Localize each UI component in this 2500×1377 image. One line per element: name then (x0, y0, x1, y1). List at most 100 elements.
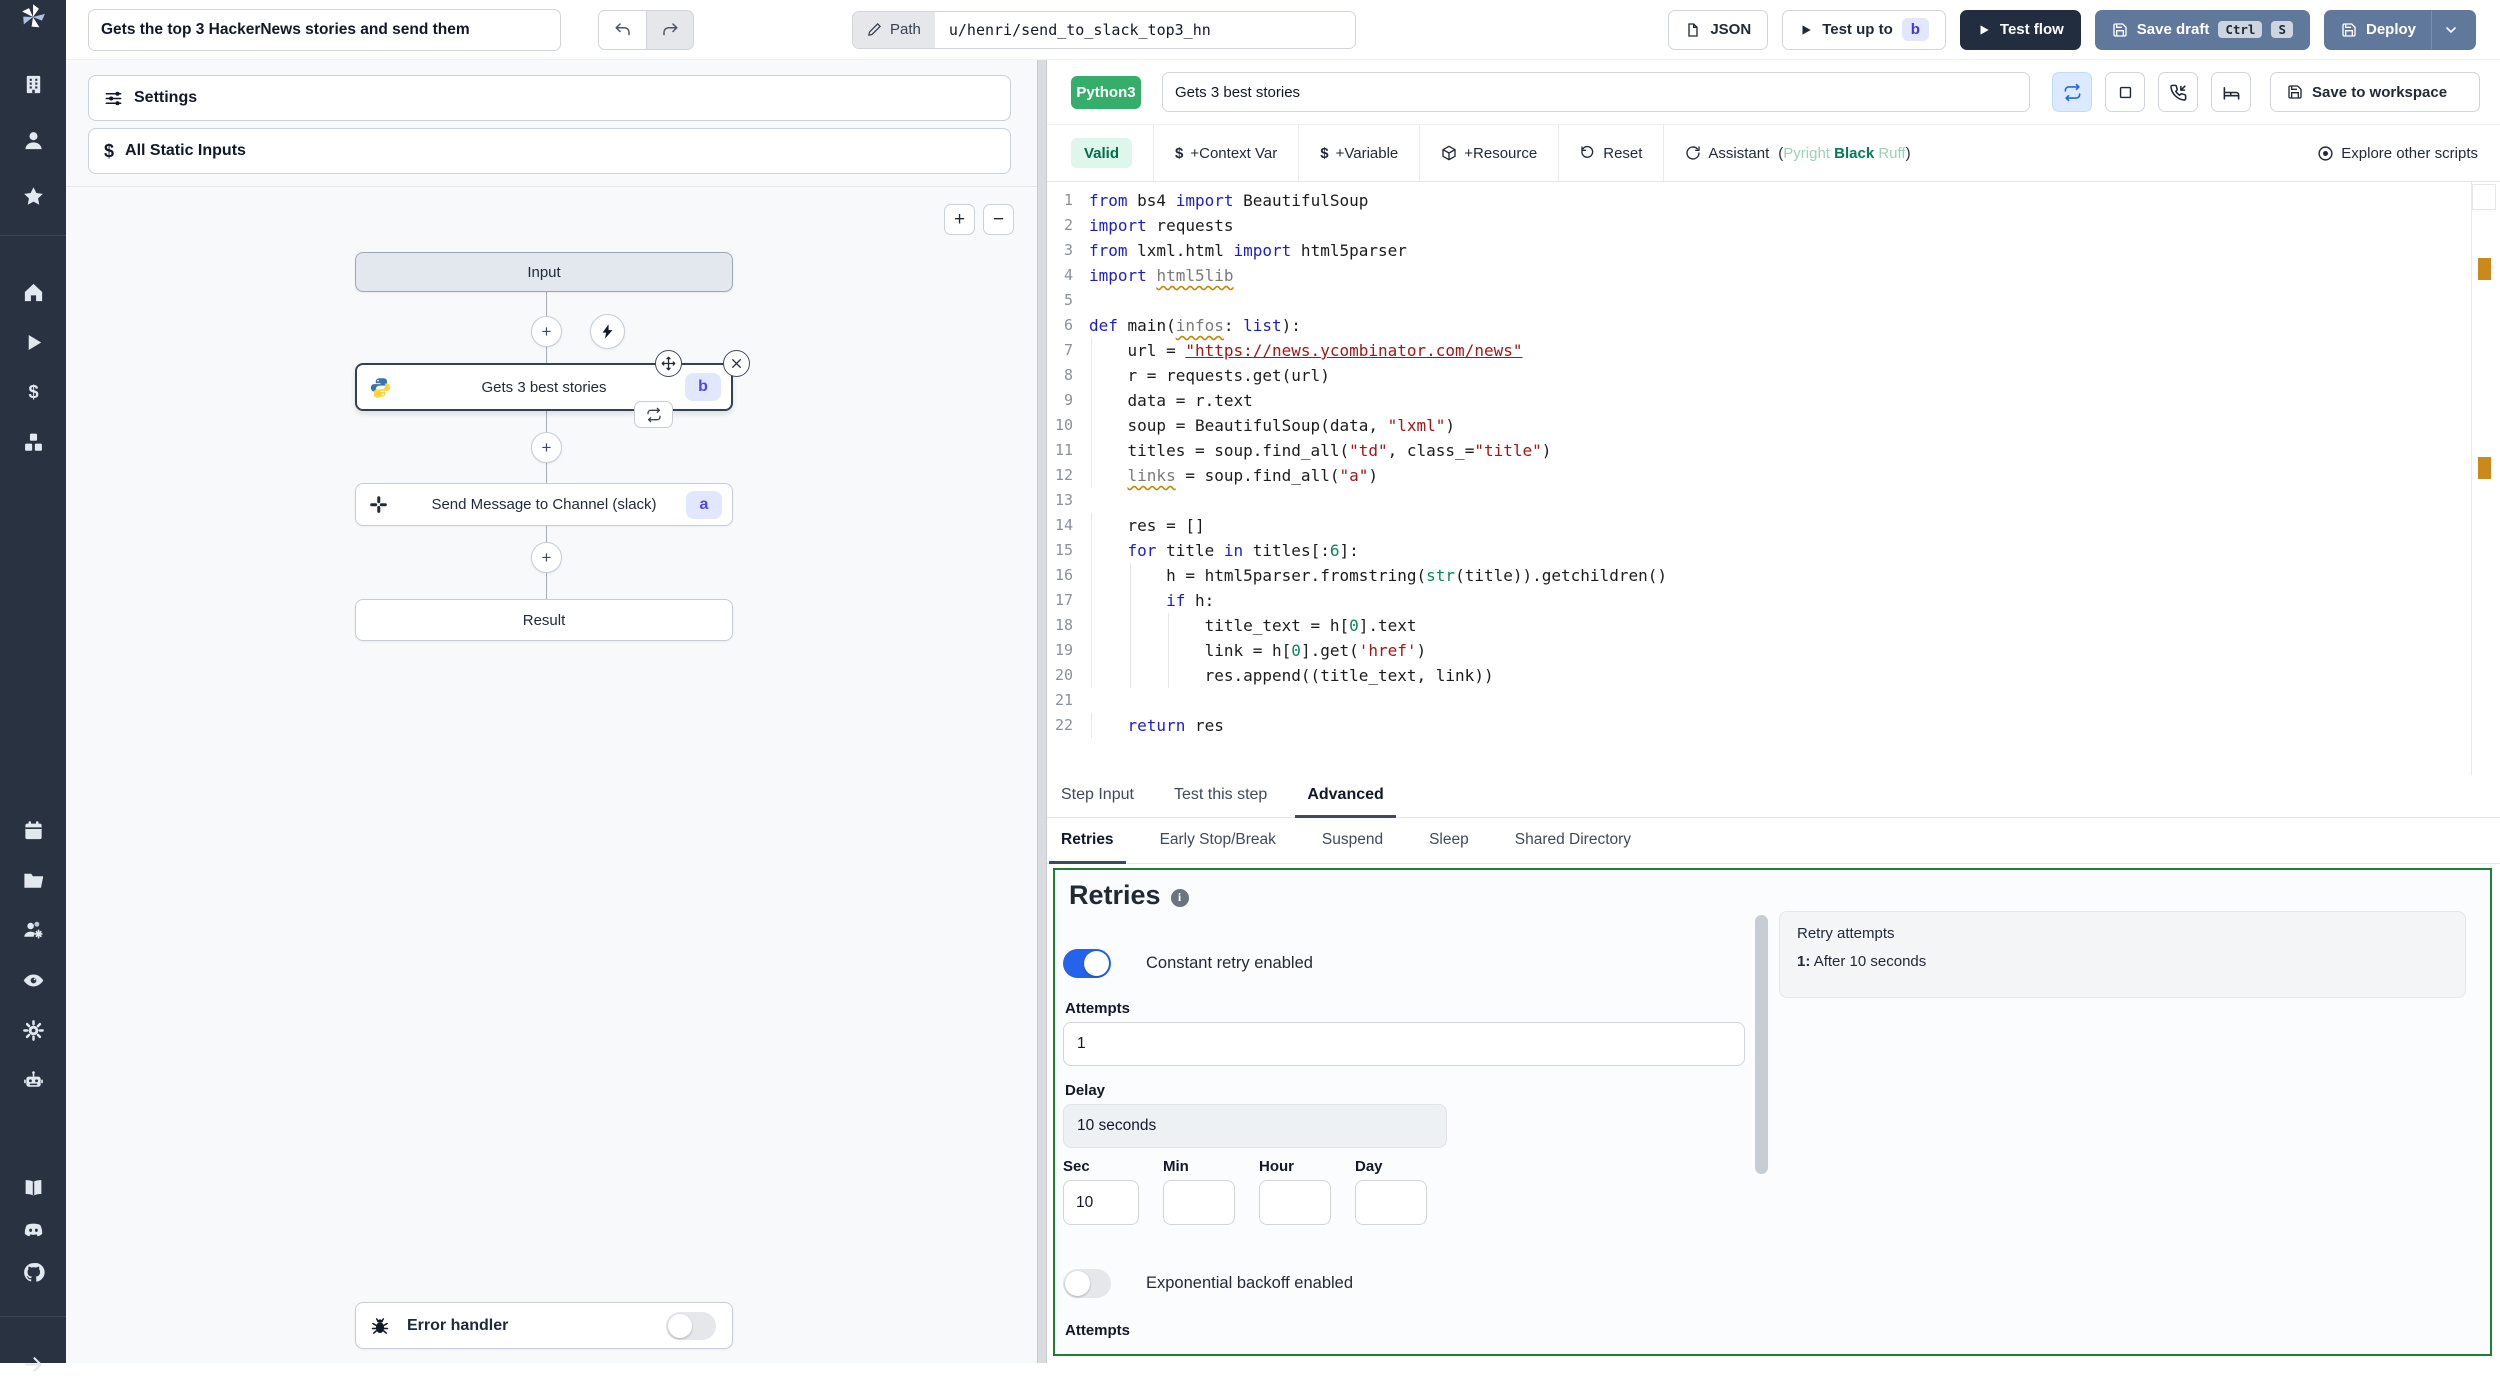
code-line-3: 3 from lxml.html import html5parser (1063, 241, 1407, 260)
flow-node-step-a[interactable]: Send Message to Channel (slack) a (355, 483, 733, 526)
tab-advanced[interactable]: Advanced (1295, 775, 1396, 818)
unit-min-input[interactable] (1163, 1180, 1235, 1225)
sleep-shortcut-button[interactable] (2211, 72, 2251, 112)
lightning-icon (602, 324, 613, 339)
retries-scrollbar[interactable] (1755, 915, 1768, 1174)
chevron-down-icon[interactable] (2443, 22, 2459, 38)
deploy-button[interactable]: Deploy (2323, 9, 2476, 50)
flow-panel-divider (66, 186, 1037, 187)
star-icon[interactable] (20, 183, 46, 209)
retry-indicator-chip[interactable] (634, 401, 673, 428)
suspend-shortcut-button[interactable] (2158, 72, 2198, 112)
early-stop-shortcut-button[interactable] (2105, 72, 2145, 112)
flow-settings-label: Settings (134, 89, 198, 106)
code-line-18: 18 title_text = h[0].text (1047, 613, 2500, 638)
subtab-retries[interactable]: Retries (1049, 818, 1126, 864)
test-up-to-button[interactable]: Test up to b (1782, 9, 1946, 50)
advanced-shortcut-buttons (2052, 72, 2251, 112)
assistant-toggle[interactable]: Assistant (Pyright Black Ruff) (1685, 144, 1911, 162)
users-gear-icon[interactable] (20, 917, 46, 943)
move-node-handle[interactable] (655, 350, 682, 377)
subtab-sleep[interactable]: Sleep (1417, 818, 1481, 864)
unit-day-input[interactable] (1355, 1180, 1427, 1225)
reset-button[interactable]: Reset (1580, 145, 1642, 162)
attempts-input[interactable] (1063, 1022, 1745, 1066)
save-to-workspace-button[interactable]: Save to workspace (2270, 72, 2480, 112)
retries-heading: Retries i (1069, 880, 1189, 911)
subtab-suspend[interactable]: Suspend (1310, 818, 1395, 864)
delay-input[interactable] (1063, 1104, 1447, 1148)
path-field[interactable]: Path u/henri/send_to_slack_top3_hn (852, 10, 1356, 49)
assistant-black: Black (1834, 144, 1875, 162)
code-line-17: 17 if h: (1047, 588, 2500, 613)
all-static-inputs-button[interactable]: $ All Static Inputs (88, 128, 1011, 174)
exponential-backoff-toggle[interactable] (1063, 1269, 1111, 1298)
subtab-shared-directory[interactable]: Shared Directory (1503, 818, 1643, 864)
retry-attempts-summary: Retry attempts 1: After 10 seconds (1779, 911, 2466, 998)
panel-resize-handle[interactable] (1037, 60, 1047, 1363)
add-step-button-3[interactable]: + (531, 542, 562, 573)
add-context-var-button[interactable]: $ +Context Var (1175, 145, 1277, 162)
editor-toolbar: Valid $ +Context Var $ +Variable +Resource… (1047, 125, 2500, 182)
constant-retry-toggle[interactable] (1063, 949, 1111, 978)
eye-icon[interactable] (20, 967, 46, 993)
add-step-button-2[interactable]: + (531, 432, 562, 463)
flow-title-input[interactable] (88, 8, 561, 51)
tab-test-this-step[interactable]: Test this step (1162, 775, 1279, 818)
delete-node-button[interactable] (723, 350, 750, 377)
error-handler-toggle[interactable] (666, 1311, 716, 1340)
trigger-button[interactable] (590, 314, 625, 349)
windmill-flow-editor: $ Path u/henri/send_to_slack_top3_hn JSO… (0, 0, 2500, 1372)
code-editor[interactable]: 1 from bs4 import BeautifulSoup 2 import re… (1047, 182, 2500, 775)
save-draft-button[interactable]: Save draft Ctrl S (2094, 9, 2310, 50)
valid-status-badge: Valid (1071, 138, 1133, 168)
app-sidebar: $ (0, 0, 66, 1372)
dollar-icon[interactable]: $ (20, 379, 46, 405)
explore-other-scripts-button[interactable]: Explore other scripts (2317, 145, 2478, 162)
code-line-11: 11 titles = soup.find_all("td", class_="… (1047, 438, 2500, 463)
add-variable-button[interactable]: $ +Variable (1320, 145, 1398, 162)
calendar-icon[interactable] (20, 817, 46, 843)
play-icon[interactable] (20, 329, 46, 355)
retry-summary-title: Retry attempts (1797, 925, 1895, 942)
github-icon[interactable] (20, 1259, 46, 1285)
flow-node-result[interactable]: Result (355, 599, 733, 641)
subtab-early-stop-break[interactable]: Early Stop/Break (1148, 818, 1288, 864)
unit-sec-input[interactable] (1063, 1180, 1139, 1225)
windmill-logo[interactable] (0, 0, 66, 34)
flow-node-input[interactable]: Input (355, 252, 733, 292)
redo-button[interactable] (646, 9, 694, 50)
building-icon[interactable] (20, 71, 46, 97)
add-step-button-1[interactable]: + (531, 316, 562, 347)
flow-settings-button[interactable]: Settings (88, 75, 1011, 121)
home-icon[interactable] (20, 279, 46, 305)
test-flow-button[interactable]: Test flow (1959, 9, 2081, 50)
folder-icon[interactable] (20, 867, 46, 893)
retry-shortcut-button[interactable] (2052, 72, 2092, 112)
sidebar-divider (0, 1316, 66, 1317)
unit-min: Min (1163, 1158, 1235, 1225)
zoom-in-button[interactable]: + (944, 204, 975, 235)
discord-icon[interactable] (20, 1217, 46, 1243)
target-icon (2318, 145, 2333, 161)
cubes-icon[interactable] (20, 429, 46, 455)
book-icon[interactable] (20, 1175, 46, 1201)
info-icon[interactable]: i (1170, 888, 1189, 907)
robot-icon[interactable] (20, 1067, 46, 1093)
flow-node-error-handler[interactable]: Error handler (355, 1302, 733, 1349)
gear-icon[interactable] (20, 1017, 46, 1043)
code-lines: 1 from bs4 import BeautifulSoup 2 import re… (1047, 188, 2500, 738)
unit-hour-input[interactable] (1259, 1180, 1331, 1225)
tab-step-input[interactable]: Step Input (1049, 775, 1146, 818)
arrows-move-icon (661, 356, 676, 371)
add-resource-button[interactable]: +Resource (1441, 145, 1537, 162)
zoom-out-button[interactable]: − (983, 204, 1014, 235)
code-line-9: 9 data = r.text (1047, 388, 2500, 413)
json-button[interactable]: JSON (1668, 9, 1769, 50)
user-icon[interactable] (20, 127, 46, 153)
undo-button[interactable] (598, 9, 646, 50)
exponential-backoff-row: Exponential backoff enabled (1063, 1269, 1353, 1298)
arrow-right-icon[interactable] (20, 1351, 46, 1377)
code-line-8: 8 r = requests.get(url) (1047, 363, 2500, 388)
step-title-input[interactable] (1162, 72, 2030, 112)
